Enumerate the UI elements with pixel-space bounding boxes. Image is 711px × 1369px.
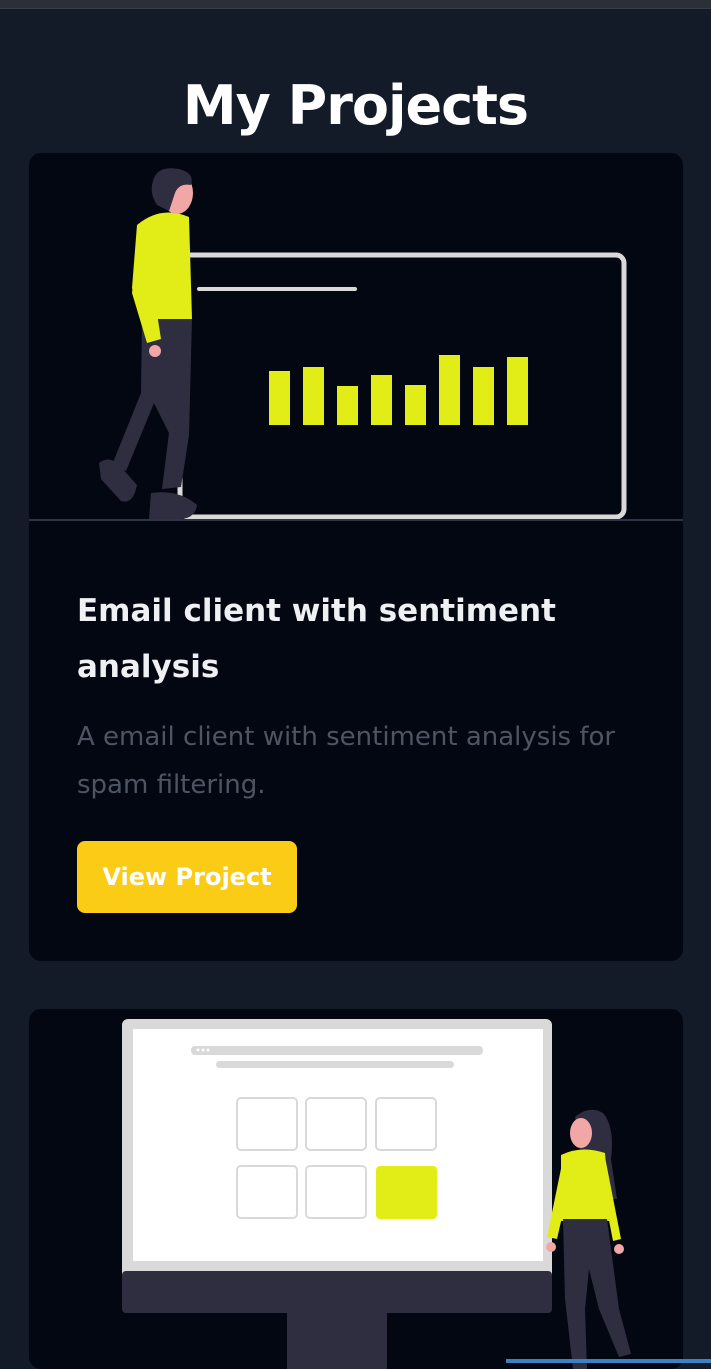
project-title: Email client with sentiment analysis	[77, 593, 556, 685]
project-card	[29, 1009, 683, 1369]
woman-beside-monitor-grid-illustration	[122, 1019, 631, 1369]
browser-top-bar	[0, 0, 711, 9]
view-project-button[interactable]: View Project	[77, 841, 297, 913]
project-description: A email client with sentiment analysis f…	[77, 722, 616, 800]
card-divider	[29, 519, 683, 521]
scroll-indicator	[506, 1359, 711, 1363]
page-title: My Projects	[182, 74, 529, 138]
project-card: Email client with sentiment analysis A e…	[29, 153, 683, 961]
man-presenting-bar-chart-illustration	[99, 168, 627, 519]
